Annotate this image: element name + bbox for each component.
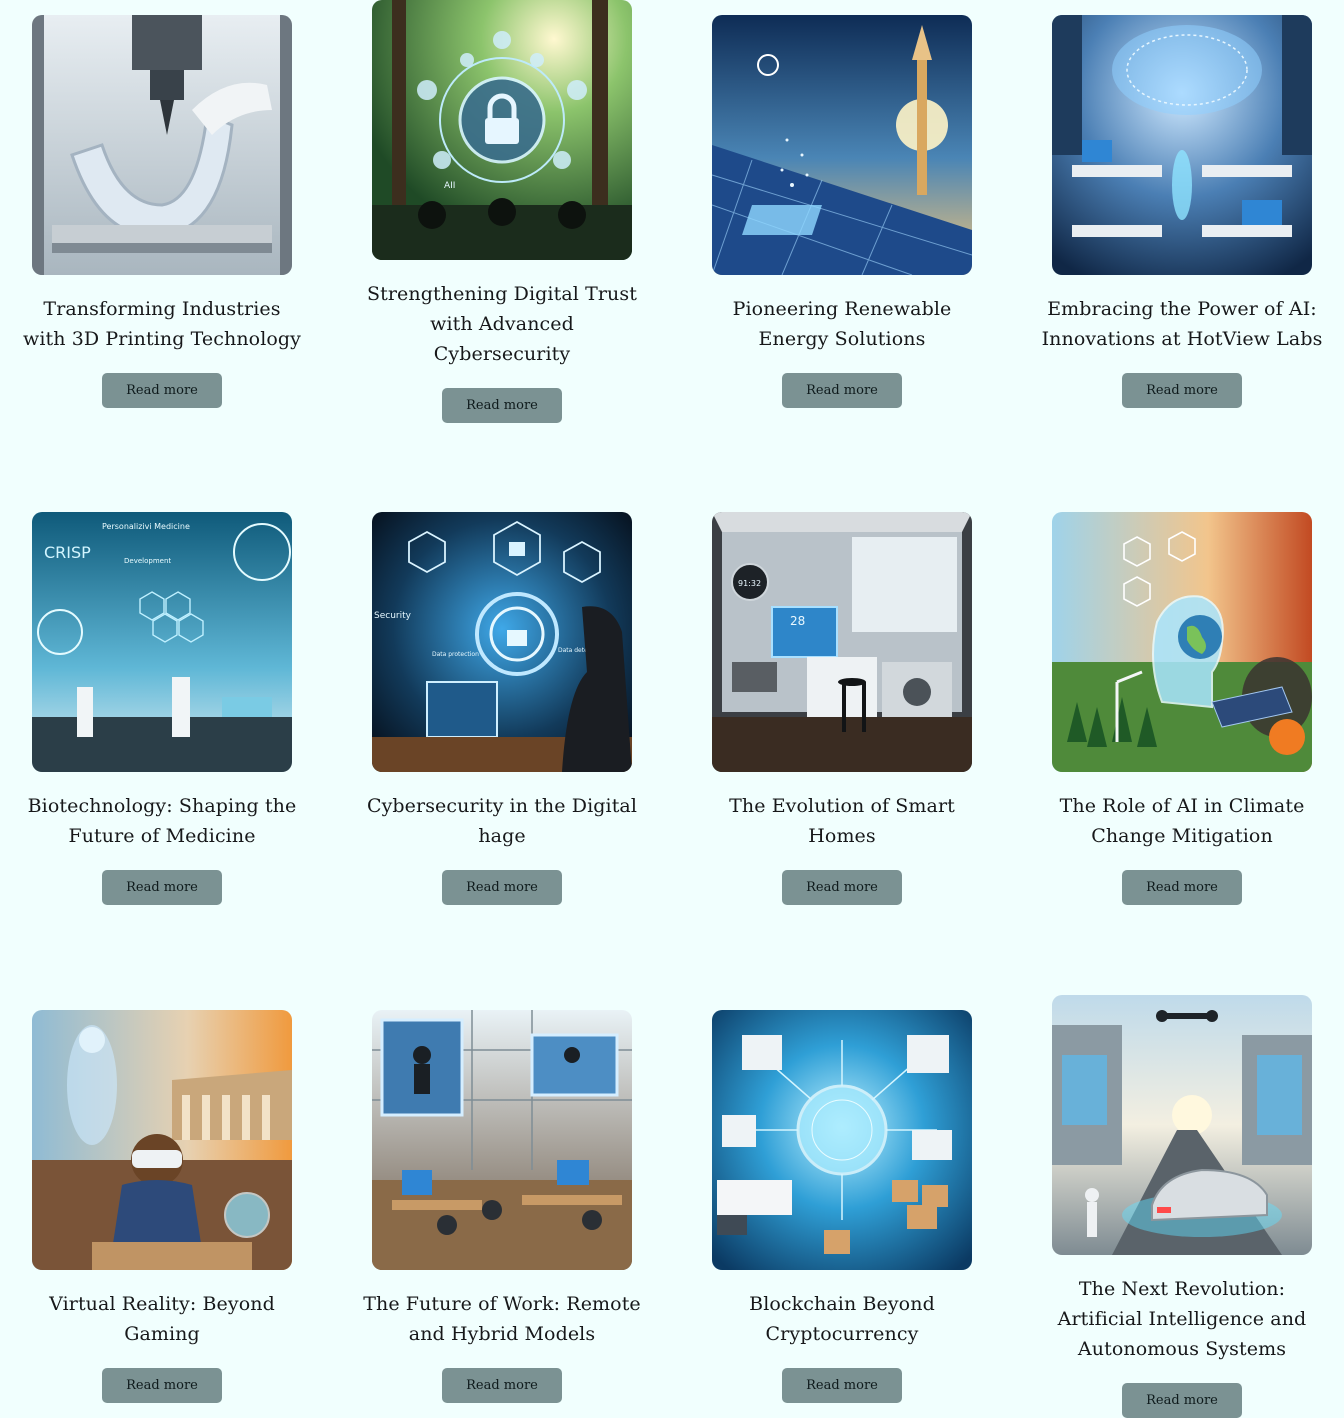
article-image-12[interactable] xyxy=(1052,995,1312,1255)
article-title: The Future of Work: Remote and Hybrid Mo… xyxy=(363,1293,641,1345)
article-card-8: The Role of AI in Climate Change Mitigat… xyxy=(1052,512,1312,905)
article-title: Embracing the Power of AI: Innovations a… xyxy=(1041,298,1323,350)
hybrid-office-illustration xyxy=(372,1010,632,1270)
article-title: Strengthening Digital Trust with Advance… xyxy=(367,283,637,365)
temperature-readout: 28 xyxy=(790,614,805,628)
article-title: The Next Revolution: Artificial Intellig… xyxy=(1057,1278,1307,1360)
3d-printer-jaw-illustration xyxy=(32,15,292,275)
article-image-5[interactable]: Personalizivi Medicine Development CRISP xyxy=(32,512,292,772)
read-more-button[interactable]: Read more xyxy=(782,373,902,408)
biotech-lab-illustration: Personalizivi Medicine Development CRISP xyxy=(32,512,292,772)
ai-brain-lab-illustration xyxy=(1052,15,1312,275)
cyber-padlock-desk-illustration: Data protection Data detection Security xyxy=(372,512,632,772)
forest-padlock-network-illustration: AII xyxy=(372,0,632,260)
article-image-11[interactable] xyxy=(712,1010,972,1270)
article-image-6[interactable]: Data protection Data detection Security xyxy=(372,512,632,772)
article-card-12: The Next Revolution: Artificial Intellig… xyxy=(1052,995,1312,1418)
article-title: Biotechnology: Shaping the Future of Med… xyxy=(27,795,297,847)
data-protection-label: Data protection xyxy=(432,651,479,658)
read-more-button[interactable]: Read more xyxy=(442,870,562,905)
article-image-1[interactable] xyxy=(32,15,292,275)
read-more-button[interactable]: Read more xyxy=(1122,1383,1242,1418)
read-more-button[interactable]: Read more xyxy=(1122,373,1242,408)
solar-panels-tower-illustration xyxy=(712,15,972,275)
article-card-5: Personalizivi Medicine Development CRISP… xyxy=(28,512,296,905)
development-label: Development xyxy=(124,557,171,565)
ai-climate-head-illustration xyxy=(1052,512,1312,772)
crisp-label: CRISP xyxy=(44,543,91,562)
autonomous-car-city-illustration xyxy=(1052,995,1312,1255)
article-image-2[interactable]: AII xyxy=(372,0,632,260)
article-image-10[interactable] xyxy=(372,1010,632,1270)
article-card-7: 28 91:32 The Evolution of Smart Homes Re… xyxy=(712,512,972,905)
article-card-2: AII Strengthening Digital Trust with Adv… xyxy=(367,0,637,423)
vr-classroom-illustration xyxy=(32,1010,292,1270)
ai-label: AII xyxy=(444,181,455,191)
read-more-button[interactable]: Read more xyxy=(442,1368,562,1403)
article-card-11: Blockchain Beyond Cryptocurrency Read mo… xyxy=(712,1010,972,1403)
article-image-9[interactable] xyxy=(32,1010,292,1270)
read-more-button[interactable]: Read more xyxy=(782,1368,902,1403)
read-more-button[interactable]: Read more xyxy=(102,870,222,905)
article-title: Pioneering Renewable Energy Solutions xyxy=(732,298,952,350)
article-title: The Evolution of Smart Homes xyxy=(729,795,955,847)
article-card-9: Virtual Reality: Beyond Gaming Read more xyxy=(32,1010,292,1403)
smart-kitchen-illustration: 28 91:32 xyxy=(712,512,972,772)
read-more-button[interactable]: Read more xyxy=(102,373,222,408)
article-card-3: Pioneering Renewable Energy Solutions Re… xyxy=(712,15,972,408)
article-title: Blockchain Beyond Cryptocurrency xyxy=(749,1293,935,1345)
article-title: Cybersecurity in the Digital hage xyxy=(366,795,638,847)
clock-readout: 91:32 xyxy=(738,579,761,588)
read-more-button[interactable]: Read more xyxy=(782,870,902,905)
article-card-6: Data protection Data detection Security … xyxy=(367,512,637,905)
article-image-3[interactable] xyxy=(712,15,972,275)
article-image-7[interactable]: 28 91:32 xyxy=(712,512,972,772)
article-title: Virtual Reality: Beyond Gaming xyxy=(49,1293,275,1345)
read-more-button[interactable]: Read more xyxy=(442,388,562,423)
security-label: Security xyxy=(374,611,412,621)
article-image-8[interactable] xyxy=(1052,512,1312,772)
article-card-10: The Future of Work: Remote and Hybrid Mo… xyxy=(363,1010,641,1403)
read-more-button[interactable]: Read more xyxy=(102,1368,222,1403)
article-image-4[interactable] xyxy=(1052,15,1312,275)
article-title: Transforming Industries with 3D Printing… xyxy=(22,298,302,350)
article-card-4: Embracing the Power of AI: Innovations a… xyxy=(1042,15,1322,408)
personalized-medicine-label: Personalizivi Medicine xyxy=(102,522,190,531)
blockchain-logistics-illustration xyxy=(712,1010,972,1270)
read-more-button[interactable]: Read more xyxy=(1122,870,1242,905)
article-card-1: Transforming Industries with 3D Printing… xyxy=(23,15,301,408)
article-title: The Role of AI in Climate Change Mitigat… xyxy=(1059,795,1305,847)
